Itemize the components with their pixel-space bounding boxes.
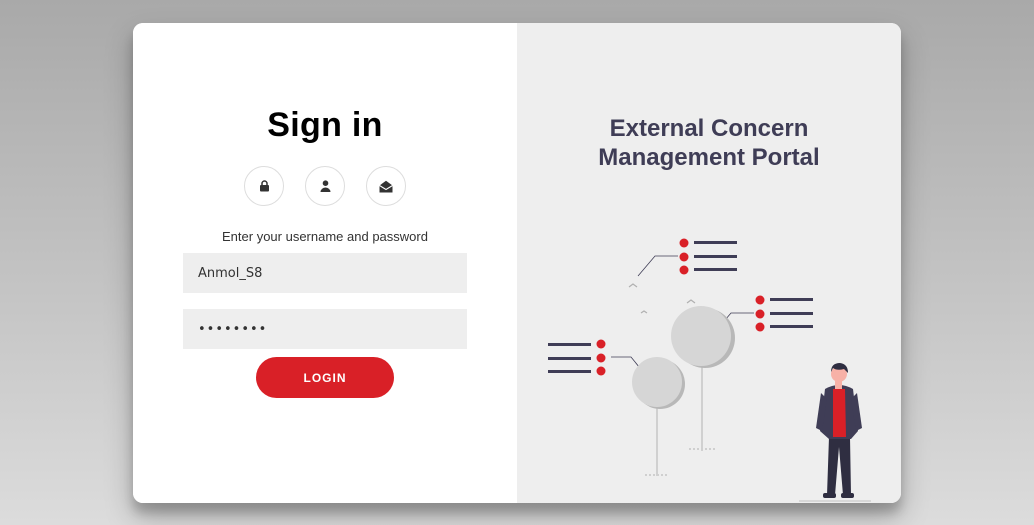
portal-title-line1: External Concern [609,115,809,142]
password-input[interactable] [183,309,467,349]
portal-title: External Concern Management Portal [501,114,901,172]
username-input[interactable] [183,253,467,293]
portal-title-line2: Management Portal [598,144,820,171]
portal-panel: External Concern Management Portal [517,23,901,503]
user-button[interactable] [305,166,345,206]
login-card: Sign in Enter your username and password… [133,23,901,503]
person-figure [816,363,862,498]
envelope-button[interactable] [366,166,406,206]
list-group-top [637,238,737,277]
signin-panel: Sign in Enter your username and password… [133,23,517,503]
envelope-open-icon [379,180,393,193]
signin-hint: Enter your username and password [222,229,428,244]
birds [628,283,696,314]
list-group-left [548,339,649,379]
login-button[interactable]: LOGIN [256,357,394,398]
social-buttons [244,166,406,206]
tree-front [632,357,685,476]
signin-title: Sign in [267,106,383,144]
lock-button[interactable] [244,166,284,206]
lock-icon [259,180,270,192]
portal-illustration [548,238,871,502]
user-icon [320,180,331,192]
